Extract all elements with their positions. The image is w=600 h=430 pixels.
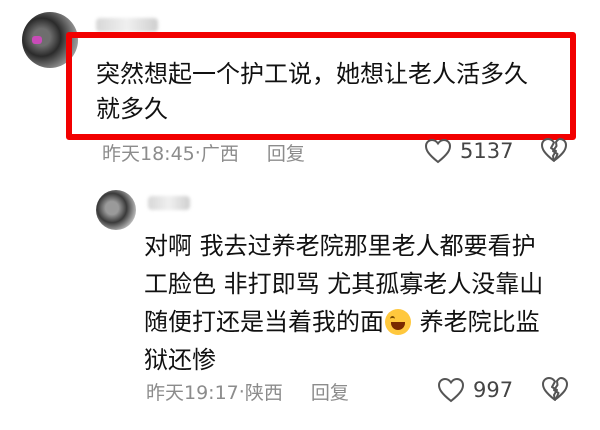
comment-text: 突然想起一个护工说，她想让老人活多久 就多久 xyxy=(96,57,566,127)
reply-text-segment: 养老院比监 xyxy=(412,308,540,336)
comment-like-button[interactable]: 5137 xyxy=(424,138,513,164)
heart-outline-icon xyxy=(424,138,452,164)
comment-reply-button[interactable]: 回复 xyxy=(267,139,305,166)
comment-text-line: 突然想起一个护工说，她想让老人活多久 xyxy=(96,60,528,88)
replier-name-blurred[interactable] xyxy=(148,196,190,210)
rofl-emoji-icon xyxy=(385,309,411,335)
commenter-name-blurred[interactable] xyxy=(96,18,158,32)
comment-location: 广西 xyxy=(200,143,239,165)
broken-heart-icon xyxy=(541,138,567,162)
comment-meta: 昨天18:45 · 广西 回复 xyxy=(102,139,305,166)
broken-heart-icon xyxy=(542,377,568,401)
comment-dislike-button[interactable] xyxy=(540,137,568,167)
comment-like-count: 5137 xyxy=(460,139,514,163)
reply-dislike-button[interactable] xyxy=(541,376,569,406)
heart-outline-icon xyxy=(437,377,465,403)
reply-text-line: 工脸色 非打即骂 尤其孤寡老人没靠山 xyxy=(144,270,544,298)
reply-text-segment: 随便打还是当着我的面 xyxy=(144,308,384,336)
reply-location: 陕西 xyxy=(244,382,283,404)
reply-text: 对啊 我去过养老院那里老人都要看护 工脸色 非打即骂 尤其孤寡老人没靠山 随便打… xyxy=(144,227,574,379)
reply-reply-button[interactable]: 回复 xyxy=(311,378,349,405)
comment-text-line: 就多久 xyxy=(96,95,168,123)
comment-time: 昨天18:45 xyxy=(102,143,195,165)
reply-text-line: 随便打还是当着我的面 养老院比监 xyxy=(144,303,574,341)
reply-meta: 昨天19:17 · 陕西 回复 xyxy=(146,378,349,405)
reply-text-line: 对啊 我去过养老院那里老人都要看护 xyxy=(144,232,536,260)
replier-avatar[interactable] xyxy=(96,190,136,230)
reply-like-count: 997 xyxy=(473,378,514,402)
reply-like-button[interactable]: 997 xyxy=(437,377,513,403)
reply-text-line: 狱还惨 xyxy=(144,346,216,374)
reply-time: 昨天19:17 xyxy=(146,382,239,404)
